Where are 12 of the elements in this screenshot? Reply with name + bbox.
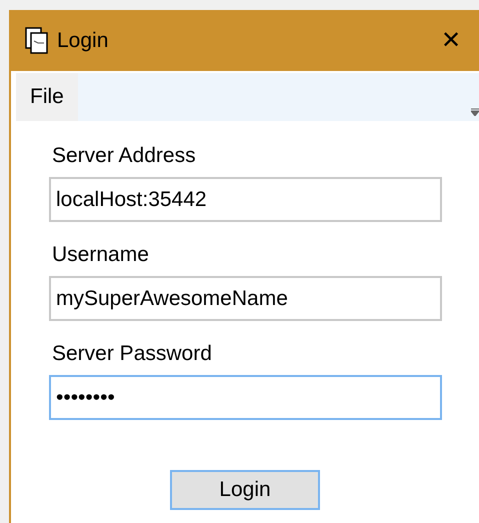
window-title: Login xyxy=(57,28,108,54)
close-button[interactable]: ✕ xyxy=(433,29,469,53)
input-field[interactable]: mySuperAwesomeName xyxy=(49,276,442,321)
window-icon xyxy=(25,27,49,55)
login-button[interactable]: Login xyxy=(170,470,320,510)
field-label: Server Address xyxy=(51,143,196,169)
input-field[interactable]: localHost:35442 xyxy=(49,177,442,222)
menu-item[interactable]: File xyxy=(16,73,78,121)
field-label: Server Password xyxy=(51,341,212,367)
field-label: Username xyxy=(51,242,149,268)
overflow-icon[interactable] xyxy=(471,108,479,116)
input-field[interactable]: •••••••• xyxy=(49,375,442,420)
